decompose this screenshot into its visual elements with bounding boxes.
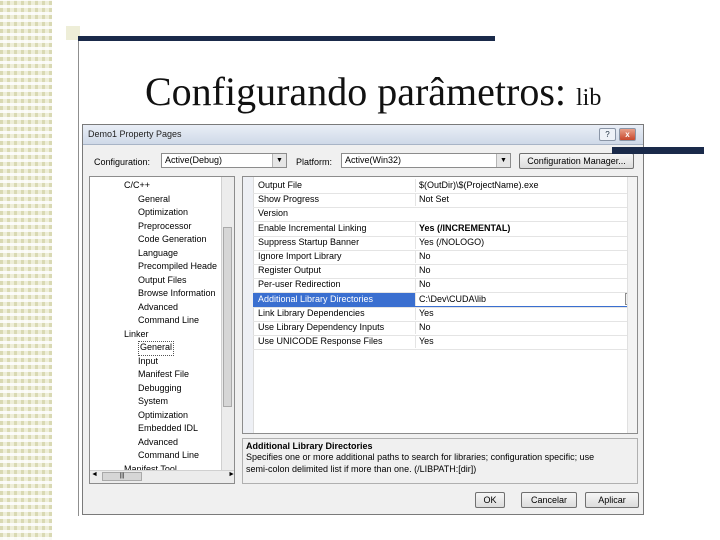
tree-vertical-scrollbar[interactable] bbox=[221, 177, 234, 471]
tree-item[interactable]: Linker bbox=[124, 328, 149, 341]
apply-button[interactable]: Aplicar bbox=[585, 492, 639, 508]
property-value[interactable]: Yes bbox=[415, 335, 629, 349]
property-row[interactable]: Use UNICODE Response Files Yes bbox=[253, 335, 633, 351]
tree-item[interactable]: Manifest File bbox=[138, 368, 189, 381]
configuration-value: Active(Debug) bbox=[165, 155, 223, 165]
property-name: Output File bbox=[258, 180, 303, 190]
tree-item[interactable]: Input bbox=[138, 355, 158, 368]
dialog-title-bar[interactable]: Demo1 Property Pages ? x bbox=[83, 125, 643, 145]
property-row[interactable]: Show Progress Not Set bbox=[253, 193, 633, 209]
configuration-label: Configuration: bbox=[94, 157, 151, 167]
chevron-down-icon[interactable]: ▼ bbox=[496, 154, 510, 167]
property-name: Ignore Import Library bbox=[258, 251, 342, 261]
slide-title-suffix: lib bbox=[576, 85, 602, 111]
tree-item[interactable]: Command Line bbox=[138, 449, 199, 462]
tree-item[interactable]: Advanced bbox=[138, 436, 178, 449]
top-accent-bar bbox=[78, 36, 495, 41]
property-value[interactable]: $(OutDir)\$(ProjectName).exe bbox=[415, 179, 629, 192]
ok-button[interactable]: OK bbox=[475, 492, 505, 508]
property-row[interactable]: Use Library Dependency Inputs No bbox=[253, 321, 633, 336]
property-value[interactable]: No bbox=[415, 264, 629, 278]
property-row[interactable]: Ignore Import Library No bbox=[253, 250, 633, 265]
grid-scrollbar[interactable] bbox=[627, 177, 637, 433]
property-value[interactable]: No bbox=[415, 321, 629, 334]
description-line-2: semi-colon delimited list if more than o… bbox=[246, 464, 477, 474]
platform-label: Platform: bbox=[296, 157, 333, 167]
property-row[interactable]: Register Output No bbox=[253, 264, 633, 280]
property-name: Use UNICODE Response Files bbox=[258, 336, 383, 347]
property-value[interactable]: Yes (/NOLOGO) bbox=[415, 235, 629, 249]
property-row[interactable]: Additional Library Directories C:\Dev\CUD… bbox=[253, 292, 637, 308]
checker-pattern-decoration bbox=[0, 0, 52, 540]
scroll-left-icon[interactable]: ◄ bbox=[91, 471, 98, 478]
configuration-select[interactable]: Active(Debug) ▼ bbox=[161, 153, 287, 168]
property-row[interactable]: Output File $(OutDir)\$(ProjectName).exe bbox=[253, 179, 633, 194]
tree-item[interactable]: Command Line bbox=[138, 314, 199, 327]
tree-horizontal-scrollbar[interactable]: ◄ ||| ► bbox=[90, 470, 234, 483]
vertical-rule bbox=[78, 38, 79, 516]
property-name: Register Output bbox=[258, 265, 322, 276]
platform-select[interactable]: Active(Win32) ▼ bbox=[341, 153, 511, 168]
tree-item[interactable]: Browse Information bbox=[138, 287, 216, 300]
property-tree: C/C++ General Optimization Preprocessor Code… bbox=[89, 176, 235, 484]
platform-value: Active(Win32) bbox=[345, 155, 402, 165]
property-row[interactable]: Per-user Redirection No bbox=[253, 278, 633, 294]
slide-title: Configurando parâmetros: lib bbox=[145, 68, 601, 115]
dialog-title: Demo1 Property Pages bbox=[88, 129, 182, 139]
tree-item[interactable]: System bbox=[138, 395, 168, 408]
tree-item[interactable]: C/C++ bbox=[124, 179, 150, 192]
property-value[interactable]: No bbox=[415, 278, 629, 292]
property-name: Enable Incremental Linking bbox=[258, 222, 367, 233]
property-value[interactable]: Not Set bbox=[415, 193, 629, 207]
property-value[interactable]: C:\Dev\CUDA\lib bbox=[415, 292, 629, 306]
configuration-manager-button[interactable]: Configuration Manager... bbox=[519, 153, 634, 169]
property-name: Show Progress bbox=[258, 194, 320, 205]
tree-item[interactable]: Output Files bbox=[138, 274, 187, 287]
property-row[interactable]: Link Library Dependencies Yes bbox=[253, 306, 633, 322]
cancel-button[interactable]: Cancelar bbox=[521, 492, 577, 508]
tree-item[interactable]: Language bbox=[138, 247, 178, 260]
tree-item[interactable]: Optimization bbox=[138, 206, 188, 219]
slide-title-main: Configurando parâmetros: bbox=[145, 69, 566, 114]
description-panel: Additional Library Directories Specifies… bbox=[242, 438, 638, 484]
chevron-down-icon[interactable]: ▼ bbox=[272, 154, 286, 167]
property-name: Additional Library Directories bbox=[258, 293, 374, 304]
scroll-thumb[interactable] bbox=[223, 227, 232, 407]
tree-item[interactable]: General bbox=[138, 193, 170, 206]
property-row[interactable]: Suppress Startup Banner Yes (/NOLOGO) bbox=[253, 235, 633, 251]
description-heading: Additional Library Directories bbox=[246, 441, 373, 451]
tree-item[interactable]: Debugging bbox=[138, 382, 182, 395]
property-value[interactable]: Yes bbox=[415, 306, 629, 320]
tree-item[interactable]: Preprocessor bbox=[138, 220, 192, 233]
property-name: Link Library Dependencies bbox=[258, 307, 365, 318]
tree-item[interactable]: Advanced bbox=[138, 301, 178, 314]
property-value[interactable]: Yes (/INCREMENTAL) bbox=[415, 221, 629, 235]
scroll-right-icon[interactable]: ► bbox=[228, 471, 234, 478]
property-name: Suppress Startup Banner bbox=[258, 236, 360, 247]
property-value[interactable]: No bbox=[415, 250, 629, 263]
property-name: Use Library Dependency Inputs bbox=[258, 322, 385, 332]
right-accent-bar bbox=[612, 147, 704, 154]
property-name: Per-user Redirection bbox=[258, 279, 341, 290]
help-icon[interactable]: ? bbox=[599, 128, 616, 141]
close-icon[interactable]: x bbox=[619, 128, 636, 141]
scroll-thumb[interactable]: ||| bbox=[102, 472, 142, 481]
description-line-1: Specifies one or more additional paths t… bbox=[246, 452, 595, 462]
tree-item[interactable]: Code Generation bbox=[138, 233, 207, 246]
property-name: Version bbox=[258, 208, 289, 219]
tree-item[interactable]: Embedded IDL bbox=[138, 422, 198, 435]
property-grid: Output File $(OutDir)\$(ProjectName).exe S… bbox=[242, 176, 638, 434]
tree-item[interactable]: Precompiled Heade bbox=[138, 260, 217, 273]
configuration-row: Configuration: Active(Debug) ▼ Platform:… bbox=[83, 152, 643, 172]
property-pages-dialog: Demo1 Property Pages ? x Configuration: … bbox=[82, 124, 644, 515]
tree-item[interactable]: Optimization bbox=[138, 409, 188, 422]
property-row[interactable]: Version bbox=[253, 207, 633, 223]
property-row[interactable]: Enable Incremental Linking Yes (/INCREMEN… bbox=[253, 221, 633, 237]
